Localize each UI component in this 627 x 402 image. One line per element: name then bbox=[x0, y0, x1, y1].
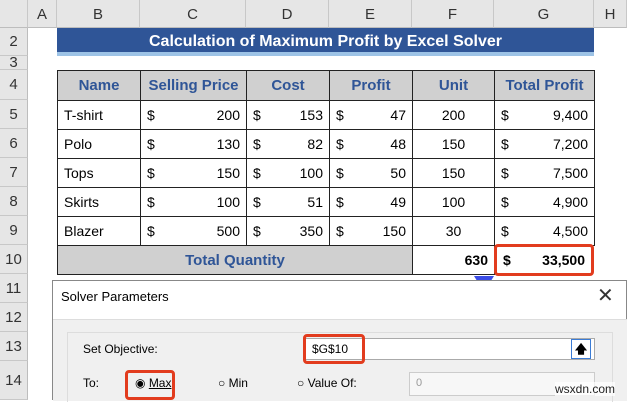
table-cell[interactable]: 200 bbox=[412, 100, 495, 130]
table-cell[interactable]: $48 bbox=[329, 129, 413, 159]
radio-max[interactable]: ◉ Max bbox=[135, 376, 171, 390]
table-cell[interactable]: 30 bbox=[412, 216, 495, 246]
table-cell[interactable]: Polo bbox=[57, 129, 141, 159]
table-header: Profit bbox=[329, 70, 413, 101]
table-cell[interactable]: $82 bbox=[246, 129, 330, 159]
set-objective-label: Set Objective: bbox=[83, 342, 158, 356]
table-cell[interactable]: $150 bbox=[140, 158, 247, 188]
watermark: wsxdn.com bbox=[555, 382, 616, 396]
title-banner: Calculation of Maximum Profit by Excel S… bbox=[57, 28, 594, 56]
table-cell[interactable]: $9,400 bbox=[494, 100, 595, 130]
table-cell[interactable]: $4,500 bbox=[494, 216, 595, 246]
column-header-G[interactable]: G bbox=[494, 0, 594, 28]
close-icon[interactable]: ✕ bbox=[597, 283, 614, 308]
table-cell[interactable]: $200 bbox=[140, 100, 247, 130]
table-cell[interactable]: $500 bbox=[140, 216, 247, 246]
table-cell[interactable]: 150 bbox=[412, 129, 495, 159]
table-header: Selling Price bbox=[140, 70, 247, 101]
row-header-14[interactable]: 14 bbox=[0, 361, 28, 400]
row-header-8[interactable]: 8 bbox=[0, 187, 28, 216]
column-header-C[interactable]: C bbox=[140, 0, 246, 28]
table-cell[interactable]: $47 bbox=[329, 100, 413, 130]
table-cell[interactable]: $350 bbox=[246, 216, 330, 246]
table-cell[interactable]: Skirts bbox=[57, 187, 141, 217]
select-all[interactable] bbox=[0, 0, 28, 28]
column-header-A[interactable]: A bbox=[28, 0, 57, 28]
table-cell[interactable]: $100 bbox=[140, 187, 247, 217]
column-header-E[interactable]: E bbox=[329, 0, 412, 28]
solver-dialog: Solver Parameters ✕ Set Objective: $G$10… bbox=[52, 280, 627, 402]
row-header-12[interactable]: 12 bbox=[0, 303, 28, 332]
to-label: To: bbox=[83, 376, 100, 390]
objective-highlight bbox=[303, 334, 365, 364]
total-unit[interactable]: 630 bbox=[412, 245, 495, 275]
row-header-2[interactable]: 2 bbox=[0, 28, 28, 56]
table-cell[interactable]: $7,200 bbox=[494, 129, 595, 159]
row-header-10[interactable]: 10 bbox=[0, 245, 28, 274]
row-header-9[interactable]: 9 bbox=[0, 216, 28, 245]
row-header-3[interactable]: 3 bbox=[0, 54, 28, 71]
row-header-7[interactable]: 7 bbox=[0, 158, 28, 187]
row-header-6[interactable]: 6 bbox=[0, 129, 28, 158]
table-header: Cost bbox=[246, 70, 330, 101]
row-header-11[interactable]: 11 bbox=[0, 274, 28, 303]
table-cell[interactable]: $49 bbox=[329, 187, 413, 217]
table-cell[interactable]: 150 bbox=[412, 158, 495, 188]
table-cell[interactable]: $7,500 bbox=[494, 158, 595, 188]
column-header-D[interactable]: D bbox=[246, 0, 329, 28]
table-cell[interactable]: $153 bbox=[246, 100, 330, 130]
row-header-5[interactable]: 5 bbox=[0, 100, 28, 129]
total-label: Total Quantity bbox=[57, 245, 413, 275]
table-cell[interactable]: $51 bbox=[246, 187, 330, 217]
dialog-title: Solver Parameters bbox=[61, 289, 169, 304]
table-cell[interactable]: Tops bbox=[57, 158, 141, 188]
column-header-B[interactable]: B bbox=[57, 0, 140, 28]
table-cell[interactable]: $4,900 bbox=[494, 187, 595, 217]
collapse-ref-button[interactable]: 🡅 bbox=[571, 339, 591, 359]
table-cell[interactable]: 100 bbox=[412, 187, 495, 217]
table-cell[interactable]: $130 bbox=[140, 129, 247, 159]
table-header: Unit bbox=[412, 70, 495, 101]
radio-value-of[interactable]: ○ Value Of: bbox=[297, 376, 357, 390]
row-header-4[interactable]: 4 bbox=[0, 70, 28, 100]
table-cell[interactable]: Blazer bbox=[57, 216, 141, 246]
dialog-body: Set Objective: $G$10 🡅 To: ◉ Max ○ Min ○… bbox=[53, 319, 627, 402]
table-cell[interactable]: $150 bbox=[329, 216, 413, 246]
table-cell[interactable]: $50 bbox=[329, 158, 413, 188]
table-header: Name bbox=[57, 70, 141, 101]
table-cell[interactable]: $100 bbox=[246, 158, 330, 188]
table-header: Total Profit bbox=[494, 70, 595, 101]
total-profit-highlight bbox=[492, 243, 594, 276]
table-cell[interactable]: T-shirt bbox=[57, 100, 141, 130]
row-header-13[interactable]: 13 bbox=[0, 332, 28, 361]
column-header-H[interactable]: H bbox=[594, 0, 627, 28]
radio-min[interactable]: ○ Min bbox=[218, 376, 248, 390]
column-header-F[interactable]: F bbox=[412, 0, 494, 28]
